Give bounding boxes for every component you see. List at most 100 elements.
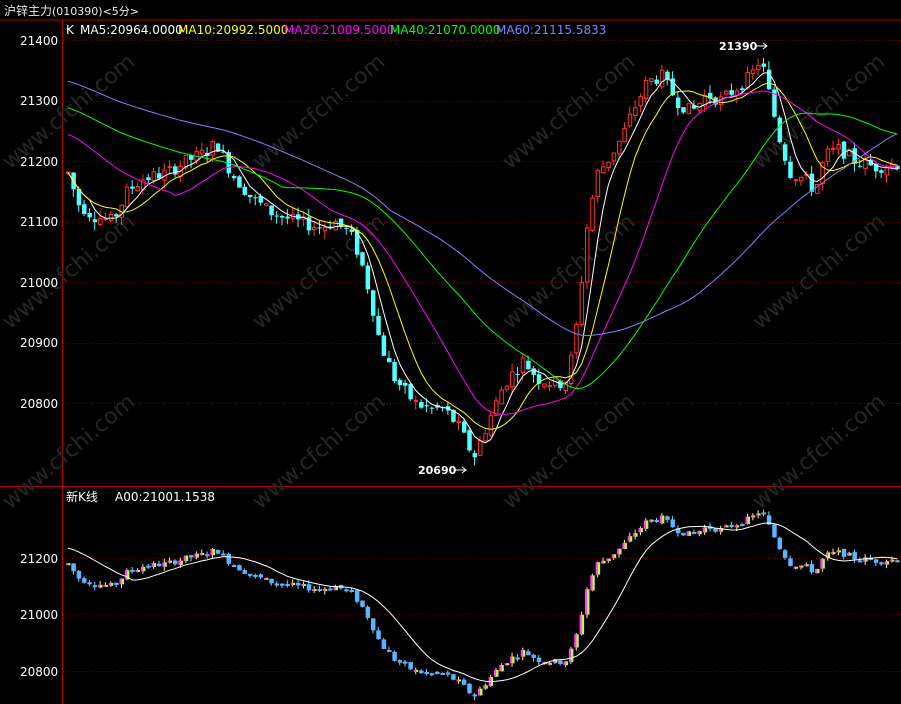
candlestick — [697, 530, 702, 537]
candlestick — [526, 648, 531, 656]
candlestick — [777, 115, 783, 144]
candlestick — [456, 414, 462, 431]
candlestick — [146, 173, 151, 185]
candlestick — [162, 558, 167, 571]
candlestick — [156, 560, 162, 567]
high-marker: 21390 — [719, 40, 768, 53]
top-candlesticks — [66, 57, 900, 466]
candlestick — [879, 561, 884, 566]
candlestick — [242, 183, 248, 196]
candlestick — [87, 580, 92, 587]
candlestick — [440, 672, 445, 675]
candlestick — [841, 548, 847, 560]
candlestick — [210, 548, 215, 559]
candlestick — [483, 683, 488, 690]
candlestick — [584, 224, 590, 290]
candlestick — [643, 518, 649, 532]
candlestick — [504, 385, 510, 392]
candlestick — [568, 351, 574, 388]
candlestick — [173, 559, 178, 566]
candlestick — [71, 563, 76, 575]
candlestick — [92, 581, 98, 591]
watermark-text: www.cfchi.com — [748, 389, 890, 514]
candlestick — [788, 155, 793, 180]
candlestick — [419, 399, 424, 410]
candlestick — [718, 91, 724, 112]
y-tick-b-21000: 21000 — [20, 608, 58, 622]
y-tick-21400: 21400 — [20, 34, 58, 48]
candlestick — [590, 573, 595, 592]
candlestick — [542, 383, 547, 390]
ma-legend: MA5:20964.0000MA10:20992.5000MA20:21009.… — [80, 23, 606, 37]
candlestick — [82, 200, 87, 216]
candlestick — [574, 632, 579, 651]
candlestick — [531, 653, 536, 662]
candlestick — [873, 558, 879, 567]
candlestick — [820, 558, 825, 572]
candlestick — [686, 103, 692, 115]
candlestick — [798, 565, 804, 570]
candlestick — [387, 350, 392, 363]
chart-canvas[interactable]: www.cfchi.com www.cfchi.com www.cfchi.com w… — [0, 0, 901, 704]
candlestick — [130, 566, 135, 574]
candlestick — [285, 208, 290, 225]
ma-legend-item: MA5:20964.0000 — [80, 23, 183, 37]
candlestick — [863, 152, 868, 176]
candlestick — [285, 580, 290, 588]
candlestick — [847, 147, 852, 157]
high-price-label: 21390 — [719, 40, 758, 53]
candlestick — [387, 646, 392, 653]
candlestick — [392, 650, 397, 662]
candlestick — [467, 428, 472, 453]
candlestick — [595, 168, 601, 203]
candlestick — [237, 175, 242, 188]
candlestick — [729, 521, 734, 529]
candlestick — [76, 186, 82, 212]
candlestick — [552, 377, 558, 389]
candlestick — [477, 686, 483, 696]
candlestick — [611, 152, 617, 166]
candlestick — [852, 549, 857, 563]
candlestick — [879, 168, 884, 179]
y-tick-b-21200: 21200 — [20, 552, 58, 566]
candlestick — [477, 436, 483, 456]
candlestick — [274, 210, 280, 224]
watermark-text: www.cfchi.com — [248, 389, 390, 514]
candlestick — [643, 75, 649, 104]
candlestick — [258, 573, 264, 579]
candlestick — [606, 558, 611, 563]
average-line — [67, 522, 898, 683]
candlestick — [745, 513, 750, 525]
watermark-text: www.cfchi.com — [498, 209, 640, 334]
candlestick — [312, 586, 317, 594]
ma-legend-item: MA20:21009.5000 — [284, 23, 394, 37]
candlestick — [413, 395, 419, 410]
y-tick-21000: 21000 — [20, 276, 58, 290]
candlestick — [884, 559, 890, 569]
watermark-text: www.cfchi.com — [248, 49, 390, 174]
candlestick — [798, 176, 804, 186]
candlestick — [461, 677, 467, 686]
candlestick — [756, 58, 761, 76]
candlestick — [269, 578, 274, 586]
bottom-indicator-value: A00:21001.1538 — [115, 490, 215, 504]
candlestick — [611, 554, 617, 560]
candlestick — [472, 450, 478, 466]
candlestick — [670, 516, 676, 528]
candlestick — [205, 551, 210, 559]
candlestick — [558, 659, 563, 666]
candlestick — [568, 646, 574, 664]
candlestick — [403, 379, 408, 394]
top-y-axis: 21400 21300 21200 21100 21000 20900 2080… — [20, 34, 58, 411]
candlestick — [124, 183, 130, 209]
candlestick — [140, 564, 146, 574]
candlestick — [280, 214, 285, 226]
candlestick — [809, 560, 815, 575]
candlestick — [360, 600, 365, 608]
candlestick — [242, 568, 248, 575]
candlestick — [173, 163, 178, 178]
candlestick — [488, 674, 494, 687]
candlestick — [419, 669, 424, 674]
candlestick — [247, 573, 253, 578]
candlestick — [665, 515, 670, 523]
